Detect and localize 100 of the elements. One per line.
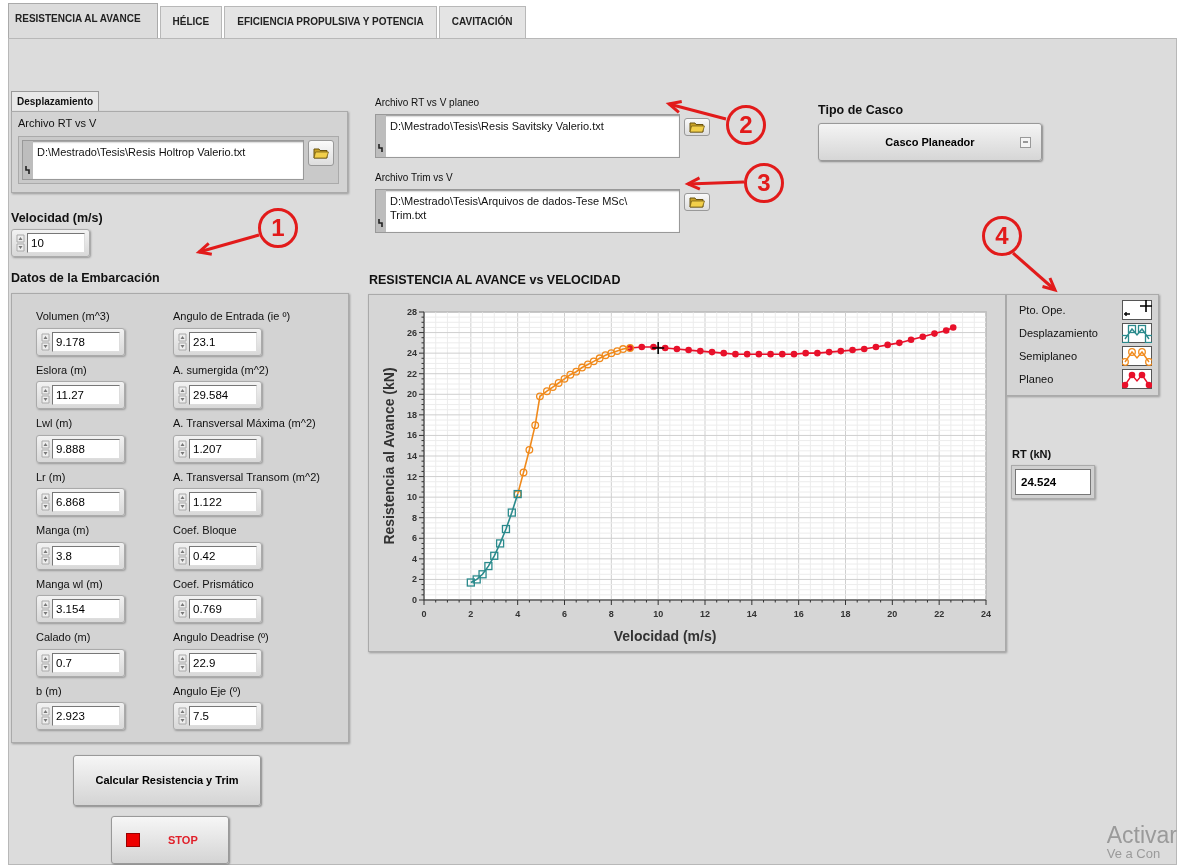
numeric-control[interactable]: 7.5 — [173, 702, 262, 730]
numeric-control[interactable]: 1.207 — [173, 434, 262, 463]
spinner-arrows-icon[interactable] — [178, 653, 187, 672]
spinner-arrows-icon[interactable] — [41, 546, 50, 565]
axis-title: Velocidad (m/s) — [613, 627, 717, 644]
point — [583, 360, 592, 369]
number-field[interactable]: 1.207 — [189, 438, 257, 459]
legend-swatch-icon — [1122, 300, 1152, 321]
number-field[interactable]: 1.122 — [189, 492, 257, 512]
rt-value-field[interactable]: 24.524 — [1015, 469, 1091, 496]
number-field[interactable]: 0.7 — [52, 652, 120, 673]
axis-tick-label: 0 — [421, 608, 427, 619]
callout-number: 3 — [744, 163, 784, 203]
number-field[interactable]: 9.178 — [52, 331, 120, 352]
calculate-button[interactable]: Calcular Resistencia y Trim — [73, 754, 261, 807]
number-field[interactable]: 29.584 — [189, 385, 257, 405]
numeric-control[interactable]: 29.584 — [173, 381, 262, 409]
spinner-arrows-icon[interactable] — [178, 546, 187, 565]
spinner-arrows-icon[interactable] — [41, 493, 50, 511]
number-field[interactable]: 23.1 — [189, 331, 257, 352]
browse-button[interactable] — [684, 193, 710, 211]
spinner-arrows-icon[interactable] — [178, 332, 187, 351]
spinner-arrows-icon[interactable] — [178, 600, 187, 618]
spinner-arrows-icon[interactable] — [41, 386, 50, 404]
numeric-control[interactable]: 0.42 — [173, 541, 262, 570]
browse-button[interactable] — [684, 118, 710, 136]
spinner-arrows-icon[interactable] — [178, 439, 187, 458]
tab[interactable]: HÉLICE — [159, 6, 223, 38]
axis-tick-label: 4 — [515, 608, 521, 619]
activation-notice-text: Ve a Con — [1106, 847, 1162, 861]
point — [535, 392, 544, 401]
number-field[interactable]: 22.9 — [189, 652, 257, 673]
numeric-control[interactable]: 22.9 — [173, 648, 262, 677]
file-path-field[interactable]: D:\Mestrado\Tesis\Arquivos de dados-Tese MSc\ Trim.txt — [375, 189, 680, 233]
point — [638, 343, 646, 351]
axis-tick-label: 14 — [407, 450, 417, 461]
numeric-control[interactable]: 9.178 — [36, 327, 125, 356]
number-field[interactable]: 9.888 — [52, 438, 120, 459]
numeric-control[interactable]: 1.122 — [173, 488, 262, 516]
number-field[interactable]: 6.868 — [52, 492, 120, 512]
point — [548, 382, 557, 391]
numeric-control[interactable]: 6.868 — [36, 488, 125, 516]
point — [613, 346, 622, 355]
point — [942, 326, 950, 334]
number-field[interactable]: 3.8 — [52, 545, 120, 566]
spinner-arrows-icon[interactable] — [41, 600, 50, 618]
number-field[interactable]: 10 — [27, 233, 85, 254]
path-icon — [378, 143, 384, 153]
spinner-arrows-icon[interactable] — [178, 493, 187, 511]
legend-label: Semiplaneo — [1019, 349, 1078, 364]
field-label: A. Transversal Transom (m^2) — [173, 469, 320, 485]
number-field[interactable]: 7.5 — [189, 706, 257, 726]
legend-swatch-icon — [1122, 369, 1152, 390]
numeric-control[interactable]: 9.888 — [36, 434, 125, 463]
numeric-control[interactable]: 0.7 — [36, 648, 125, 677]
point — [495, 539, 505, 548]
axis-tick-label: 10 — [653, 608, 664, 619]
browse-button[interactable] — [308, 139, 334, 166]
numeric-control[interactable]: 10 — [11, 229, 90, 258]
tab[interactable]: EFICIENCIA PROPULSIVA Y POTENCIA — [224, 6, 437, 38]
axis-tick-label: 28 — [407, 306, 417, 317]
tab[interactable]: CAVITACIÓN — [438, 6, 526, 38]
point — [572, 367, 581, 376]
numeric-control[interactable]: 0.769 — [173, 595, 262, 623]
numeric-control[interactable]: 3.8 — [36, 541, 125, 570]
spinner-arrows-icon[interactable] — [41, 653, 50, 672]
number-field[interactable]: 11.27 — [52, 385, 120, 405]
field-label: Archivo RT vs V planeo — [375, 96, 481, 110]
spinner-arrows-icon[interactable] — [41, 332, 50, 351]
numeric-control[interactable]: 2.923 — [36, 702, 125, 730]
number-field[interactable]: 3.154 — [52, 599, 120, 619]
point — [560, 374, 569, 383]
spinner-arrows-icon[interactable] — [41, 707, 50, 725]
number-field[interactable]: 2.923 — [52, 706, 120, 726]
numeric-control[interactable]: 3.154 — [36, 595, 125, 623]
spinner-arrows-icon[interactable] — [41, 439, 50, 458]
file-path-field[interactable]: D:\Mestrado\Tesis\Resis Savitsky Valerio.txt — [375, 114, 680, 158]
hull-type-dropdown[interactable]: Casco Planeador — [818, 122, 1042, 161]
spinner-arrows-icon[interactable] — [16, 234, 25, 253]
numeric-control[interactable]: 23.1 — [173, 327, 262, 356]
point — [790, 350, 798, 358]
file-path-field[interactable]: D:\Mestrado\Tesis\Resis Holtrop Valerio.txt — [22, 139, 304, 180]
number-field[interactable]: 0.769 — [189, 599, 257, 619]
point — [542, 387, 551, 395]
section-title: Datos de la Embarcación — [11, 270, 160, 288]
point — [685, 346, 692, 354]
spinner-arrows-icon[interactable] — [178, 386, 187, 404]
spinner-arrows-icon[interactable] — [178, 707, 187, 725]
number-field[interactable]: 0.42 — [189, 545, 257, 566]
axis-tick-label: 20 — [407, 389, 417, 400]
point — [484, 561, 493, 570]
point — [896, 339, 903, 346]
field-label: Tipo de Casco — [818, 102, 905, 119]
folder-icon — [689, 196, 705, 208]
numeric-control[interactable]: 11.27 — [36, 381, 125, 409]
stop-square-icon — [126, 833, 140, 848]
field-label: Angulo de Entrada (ie º) — [173, 309, 291, 324]
tab[interactable]: RESISTENCIA AL AVANCE — [8, 3, 158, 38]
stop-button[interactable]: STOP — [111, 816, 229, 864]
callout-arrow — [195, 233, 260, 256]
